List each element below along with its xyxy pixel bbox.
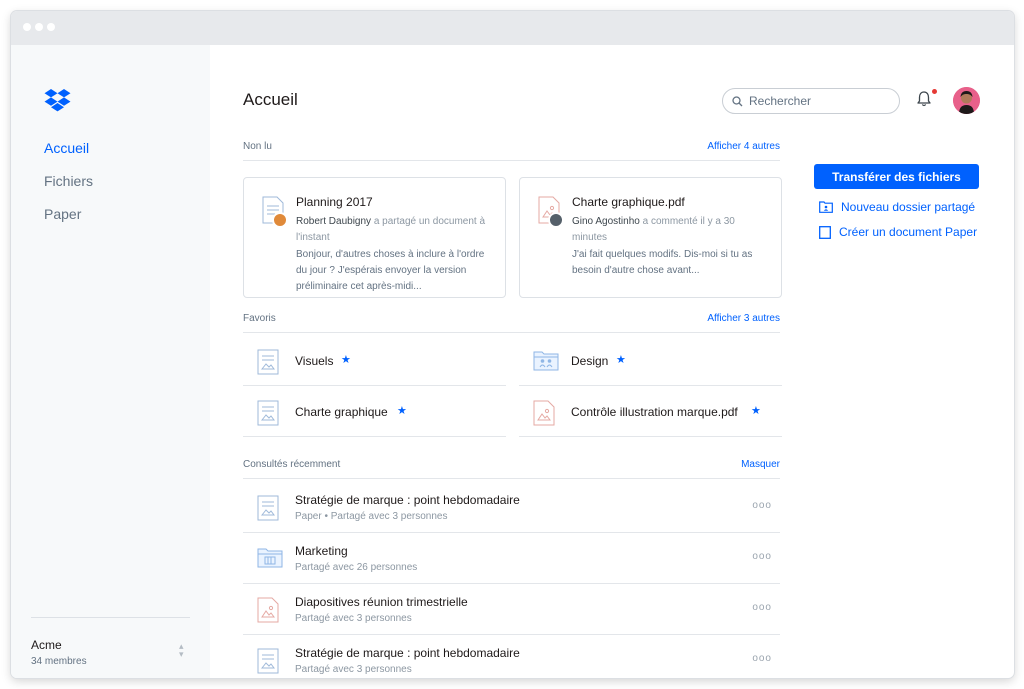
sidebar-item-paper[interactable]: Paper [44,206,81,222]
sidebar-divider [31,617,190,618]
pdf-file-icon [533,400,555,426]
card-excerpt: Bonjour, d'autres choses à inclure à l'o… [296,249,485,292]
more-options-icon[interactable]: ooo [752,551,772,562]
search-input[interactable] [749,94,889,108]
show-more-favorites-link[interactable]: Afficher 3 autres [707,313,780,324]
window-titlebar [11,11,1014,45]
pdf-file-icon [257,597,279,623]
recent-item-name: Marketing [295,544,348,558]
recent-item-sharing: Paper • Partagé avec 3 personnes [295,511,448,522]
folder-icon [257,548,283,568]
star-icon[interactable]: ★ [616,355,626,366]
paper-doc-outline-icon [819,225,831,239]
card-excerpt: J'ai fait quelques modifs. Dis-moi si tu… [572,249,753,276]
favorite-item[interactable]: Design ★ [519,336,782,386]
card-author: Robert Daubigny [296,216,372,227]
unread-section-label: Non lu [243,141,272,152]
window-minimize-dot[interactable] [35,23,43,31]
card-title: Charte graphique.pdf [572,195,685,209]
avatar [272,212,288,228]
recent-item-sharing: Partagé avec 26 personnes [295,562,418,573]
show-more-unread-link[interactable]: Afficher 4 autres [707,141,780,152]
unread-section-header: Non lu Afficher 4 autres [243,141,780,161]
card-meta: Gino Agostinho a commenté il y a 30 minu… [572,214,772,246]
paper-doc-icon [257,349,279,375]
recent-item[interactable]: Diapositives réunion trimestrielle Parta… [243,584,780,635]
star-icon[interactable]: ★ [397,406,407,417]
favorite-item[interactable]: Contrôle illustration marque.pdf ★ [519,387,782,437]
shared-folder-icon [533,351,559,371]
card-meta: Robert Daubigny a partagé un document à … [296,214,496,246]
recent-item-name: Stratégie de marque : point hebdomadaire [295,646,520,660]
recent-item-sharing: Partagé avec 3 personnes [295,664,412,675]
window-close-dot[interactable] [23,23,31,31]
new-shared-folder-label: Nouveau dossier partagé [841,200,976,214]
favorites-section-header: Favoris Afficher 3 autres [243,313,780,333]
bell-icon[interactable] [916,90,932,108]
window-zoom-dot[interactable] [47,23,55,31]
star-icon[interactable]: ★ [341,355,351,366]
more-options-icon[interactable]: ooo [752,602,772,613]
more-options-icon[interactable]: ooo [752,500,772,511]
dropbox-logo-icon[interactable] [44,89,71,118]
favorite-item[interactable]: Visuels ★ [243,336,506,386]
star-icon[interactable]: ★ [751,406,761,417]
upload-files-button[interactable]: Transférer des fichiers [814,164,979,189]
search-icon [732,95,743,106]
recent-item[interactable]: Stratégie de marque : point hebdomadaire… [243,635,780,678]
paper-doc-icon [257,495,279,521]
sidebar-item-fichiers[interactable]: Fichiers [44,173,93,189]
favorite-item[interactable]: Charte graphique ★ [243,387,506,437]
favorite-name: Design [571,354,609,368]
user-avatar[interactable] [953,87,980,114]
app-window: Accueil Fichiers Paper Acme 34 membres ▴… [11,11,1014,678]
paper-doc-icon [257,648,279,674]
recent-item[interactable]: Marketing Partagé avec 26 personnes ooo [243,533,780,584]
hide-recent-link[interactable]: Masquer [741,459,780,470]
favorites-section-label: Favoris [243,313,276,324]
sidebar-item-accueil[interactable]: Accueil [44,140,89,156]
unread-card[interactable]: Charte graphique.pdf Gino Agostinho a co… [519,177,782,298]
main-content: Accueil Non lu Afficher 4 autres [210,45,1014,678]
favorite-name: Charte graphique [295,405,388,419]
team-members-count: 34 membres [31,656,87,667]
recent-item-sharing: Partagé avec 3 personnes [295,613,412,624]
card-title: Planning 2017 [296,195,373,209]
card-author: Gino Agostinho [572,216,640,227]
more-options-icon[interactable]: ooo [752,653,772,664]
search-box[interactable] [722,88,900,114]
sidebar: Accueil Fichiers Paper Acme 34 membres ▴… [11,45,210,678]
new-shared-folder-link[interactable]: Nouveau dossier partagé [819,200,975,214]
recent-item[interactable]: Stratégie de marque : point hebdomadaire… [243,482,780,533]
create-paper-doc-label: Créer un document Paper [839,225,978,239]
create-paper-doc-link[interactable]: Créer un document Paper [819,225,977,239]
chevron-updown-icon[interactable]: ▴ ▾ [179,642,184,659]
paper-doc-icon [257,400,279,426]
favorite-name: Visuels [295,354,334,368]
recent-item-name: Diapositives réunion trimestrielle [295,595,468,609]
notification-dot [932,89,937,94]
page-title: Accueil [243,90,298,109]
recent-section-header: Consultés récemment Masquer [243,459,780,479]
favorite-name: Contrôle illustration marque.pdf [571,405,738,419]
recent-section-label: Consultés récemment [243,459,341,470]
new-shared-folder-icon [819,201,833,213]
unread-card[interactable]: Planning 2017 Robert Daubigny a partagé … [243,177,506,298]
team-name[interactable]: Acme [31,638,62,652]
avatar [548,212,564,228]
recent-item-name: Stratégie de marque : point hebdomadaire [295,493,520,507]
